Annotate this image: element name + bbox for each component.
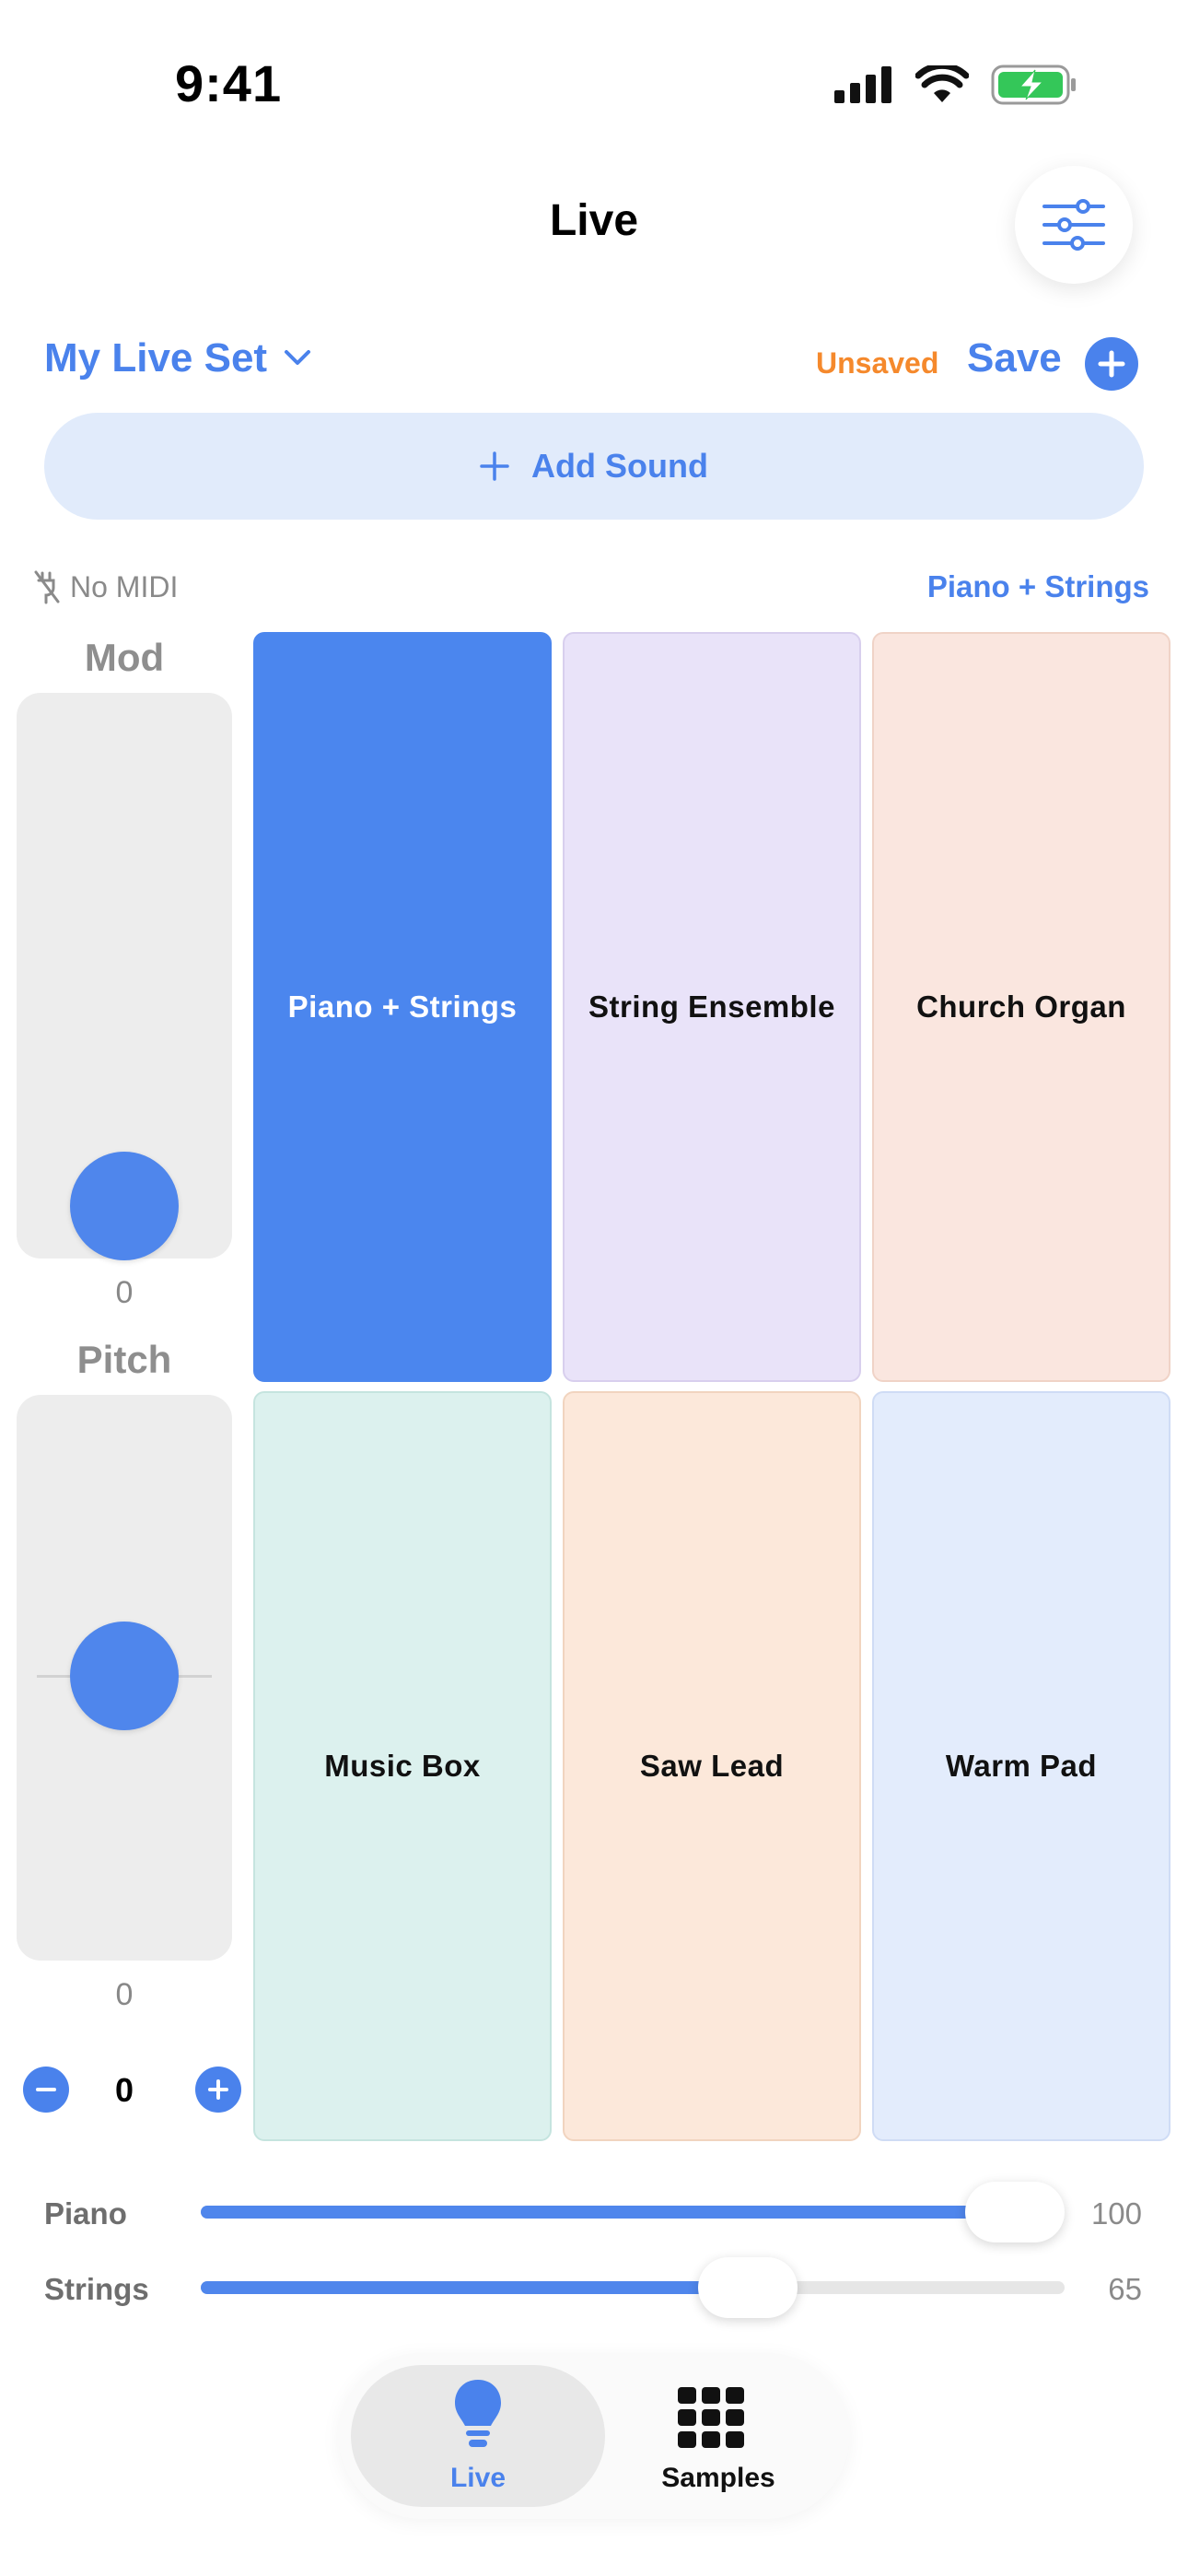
pad-piano-strings[interactable]: Piano + Strings [253, 632, 552, 1382]
live-set-selector[interactable]: My Live Set [44, 335, 311, 381]
pad-warm-pad[interactable]: Warm Pad [872, 1391, 1171, 2141]
octave-down-button[interactable] [23, 2067, 69, 2113]
mod-wheel[interactable] [17, 693, 232, 1260]
mixer-label-piano: Piano [44, 2196, 127, 2231]
grid-icon [678, 2387, 744, 2448]
tab-samples-label: Samples [661, 2463, 775, 2493]
mod-wheel-knob[interactable] [70, 1152, 179, 1260]
current-preset-label: Piano + Strings [926, 569, 1149, 603]
pad-label: String Ensemble [588, 989, 835, 1024]
settings-button[interactable] [1015, 166, 1133, 284]
mod-value: 0 [115, 1275, 134, 1310]
mixer-label-strings: Strings [44, 2272, 149, 2306]
pad-saw-lead[interactable]: Saw Lead [563, 1391, 861, 2141]
wifi-icon [915, 65, 969, 102]
tab-samples[interactable]: Samples [599, 2365, 838, 2507]
pad-church-organ[interactable]: Church Organ [872, 632, 1171, 1382]
mixer-fill [201, 2206, 1015, 2219]
chevron-down-icon [285, 350, 311, 365]
tab-live[interactable]: Live [351, 2365, 605, 2507]
live-set-name: My Live Set [44, 335, 268, 381]
minus-icon [36, 2088, 56, 2091]
page-title: Live [549, 196, 639, 245]
pad-label: Warm Pad [945, 1749, 1098, 1783]
add-sound-label: Add Sound [531, 447, 708, 485]
pad-label: Piano + Strings [287, 989, 518, 1024]
status-icons [834, 64, 1077, 105]
add-sound-button[interactable]: Add Sound [44, 413, 1144, 520]
unsaved-status: Unsaved [816, 346, 939, 380]
pad-string-ensemble[interactable]: String Ensemble [563, 632, 861, 1382]
pad-music-box[interactable]: Music Box [253, 1391, 552, 2141]
pitch-wheel-knob[interactable] [70, 1622, 179, 1730]
mixer-value-strings: 65 [1108, 2272, 1142, 2306]
tab-live-label: Live [449, 2463, 507, 2493]
pitch-label: Pitch [76, 1338, 172, 1381]
mod-label: Mod [84, 636, 165, 679]
mixer-slider-strings[interactable] [201, 2257, 1065, 2318]
plus-icon [208, 2079, 228, 2100]
midi-status-label: No MIDI [70, 569, 179, 603]
battery-charging-icon [991, 64, 1076, 105]
pad-label: Music Box [324, 1749, 481, 1783]
mixer-slider-piano[interactable] [201, 2182, 1065, 2242]
lightbulb-icon [455, 2380, 501, 2447]
octave-up-button[interactable] [195, 2067, 241, 2113]
pitch-value: 0 [115, 1977, 134, 2012]
pad-label: Church Organ [916, 989, 1126, 1024]
mixer-thumb[interactable] [697, 2257, 798, 2318]
cellular-signal-icon [834, 66, 891, 103]
new-set-button[interactable] [1085, 337, 1138, 391]
octave-value: 0 [114, 2071, 134, 2109]
plus-icon [480, 451, 509, 481]
sliders-icon [1042, 199, 1105, 251]
status-time: 9:41 [175, 54, 283, 112]
plus-icon [1098, 350, 1125, 378]
mixer-value-piano: 100 [1090, 2196, 1142, 2231]
pad-label: Saw Lead [639, 1749, 785, 1783]
save-button[interactable]: Save [967, 335, 1062, 381]
midi-status: No MIDI [33, 569, 178, 604]
midi-off-icon [34, 570, 60, 604]
mixer-fill [201, 2281, 748, 2294]
pitch-wheel[interactable] [17, 1395, 232, 1961]
